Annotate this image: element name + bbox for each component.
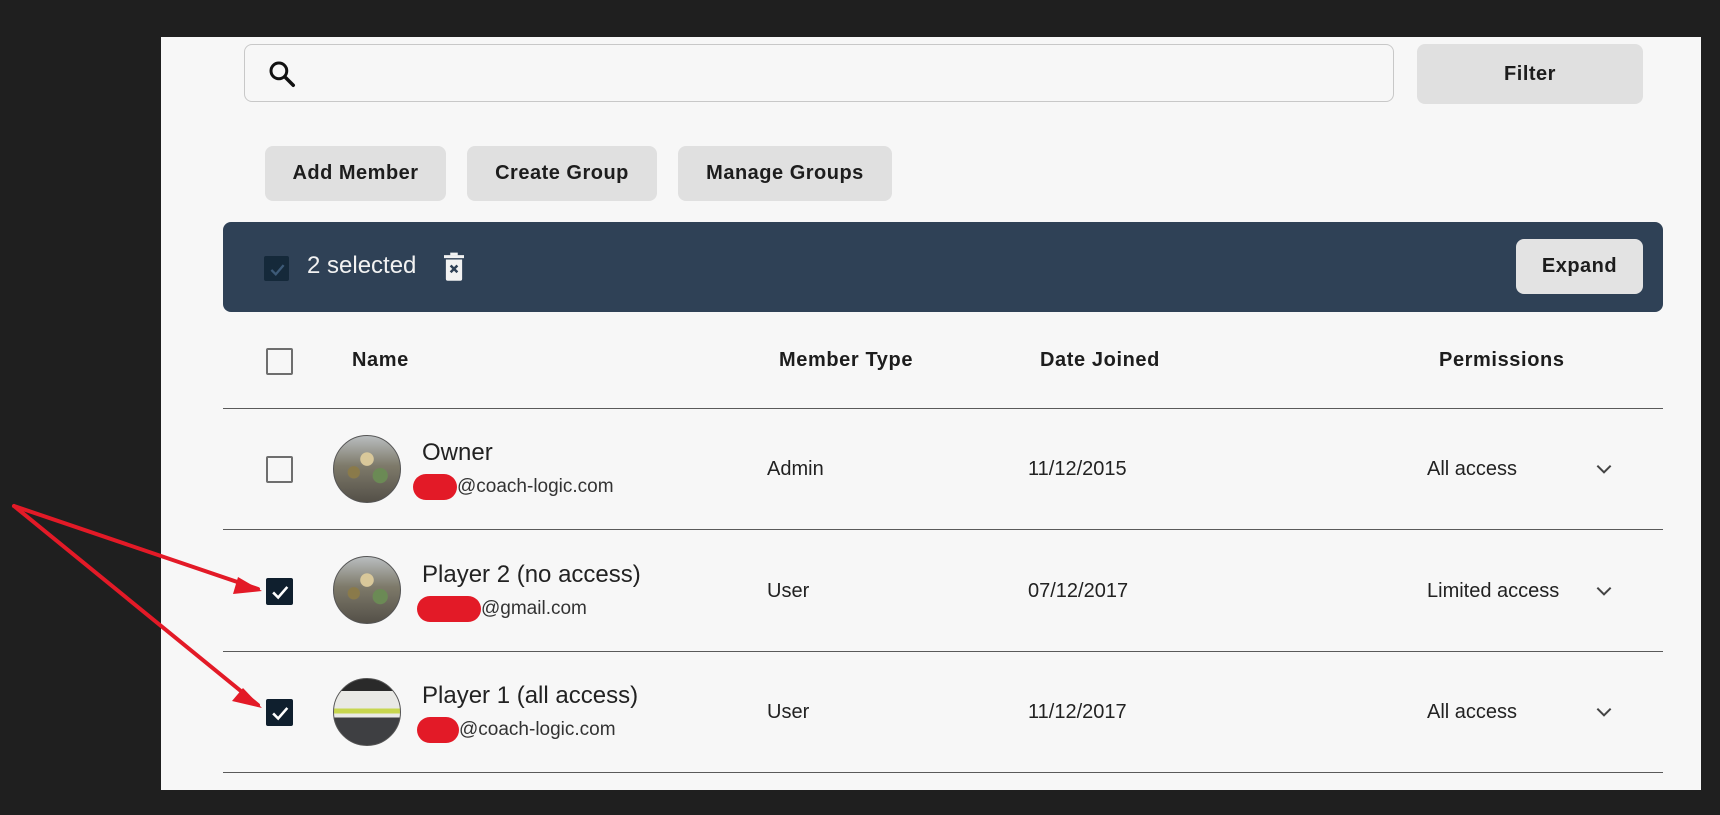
arrowhead [233, 577, 262, 594]
annotation-arrow [12, 504, 260, 591]
annotation-arrows [12, 504, 262, 708]
annotation-arrow [12, 504, 260, 707]
arrowhead [232, 688, 262, 708]
